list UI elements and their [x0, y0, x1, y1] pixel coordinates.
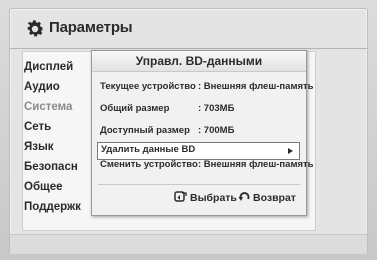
menu-item-audio[interactable]: Аудио	[24, 81, 60, 93]
row-value: : 703МБ	[198, 103, 235, 114]
select-label: Выбрать	[190, 192, 237, 204]
bd-data-dialog: Управл. BD-данными Текущее устройство : …	[91, 50, 314, 216]
enter-icon	[174, 191, 187, 202]
row-label: Удалить данные BD	[101, 144, 196, 155]
chevron-right-icon	[288, 148, 293, 154]
dialog-title: Управл. BD-данными	[92, 51, 306, 72]
menu-item-security[interactable]: Безопасн	[24, 161, 78, 173]
menu-item-language[interactable]: Язык	[24, 141, 54, 153]
row-label: Общий размер	[100, 103, 170, 114]
menu-item-support[interactable]: Поддержк	[24, 201, 81, 213]
row-label: Текущее устройство	[100, 81, 196, 92]
row-current-device: Текущее устройство : Внешняя флеш-память	[100, 79, 314, 97]
return-icon	[238, 192, 250, 201]
row-total-size: Общий размер : 703МБ	[100, 101, 298, 119]
row-available-size: Доступный размер : 700МБ	[100, 123, 298, 141]
page-title: Параметры	[49, 19, 133, 36]
back-label: Возврат	[253, 192, 296, 204]
menu-item-system[interactable]: Система	[24, 101, 72, 113]
menu-item-general[interactable]: Общее	[24, 181, 63, 193]
gear-icon	[27, 20, 44, 37]
menu-item-display[interactable]: Дисплей	[24, 61, 73, 73]
row-value: : 700МБ	[198, 125, 235, 136]
header: Параметры	[10, 9, 367, 49]
row-value: : Внешняя флеш-память	[198, 159, 314, 170]
select-button[interactable]: Выбрать	[174, 191, 237, 207]
screen-background: Параметры Дисплей Аудио Система Сеть Язы…	[0, 0, 377, 260]
menu-item-network[interactable]: Сеть	[24, 121, 51, 133]
change-device-button[interactable]: Сменить устройство : Внешняя флеш-память	[100, 157, 314, 175]
back-button[interactable]: Возврат	[238, 191, 296, 207]
bottom-bar	[10, 234, 367, 254]
row-value: : Внешняя флеш-память	[198, 81, 314, 92]
divider	[98, 184, 300, 185]
row-label: Доступный размер	[100, 125, 190, 136]
row-label: Сменить устройство	[100, 159, 198, 170]
